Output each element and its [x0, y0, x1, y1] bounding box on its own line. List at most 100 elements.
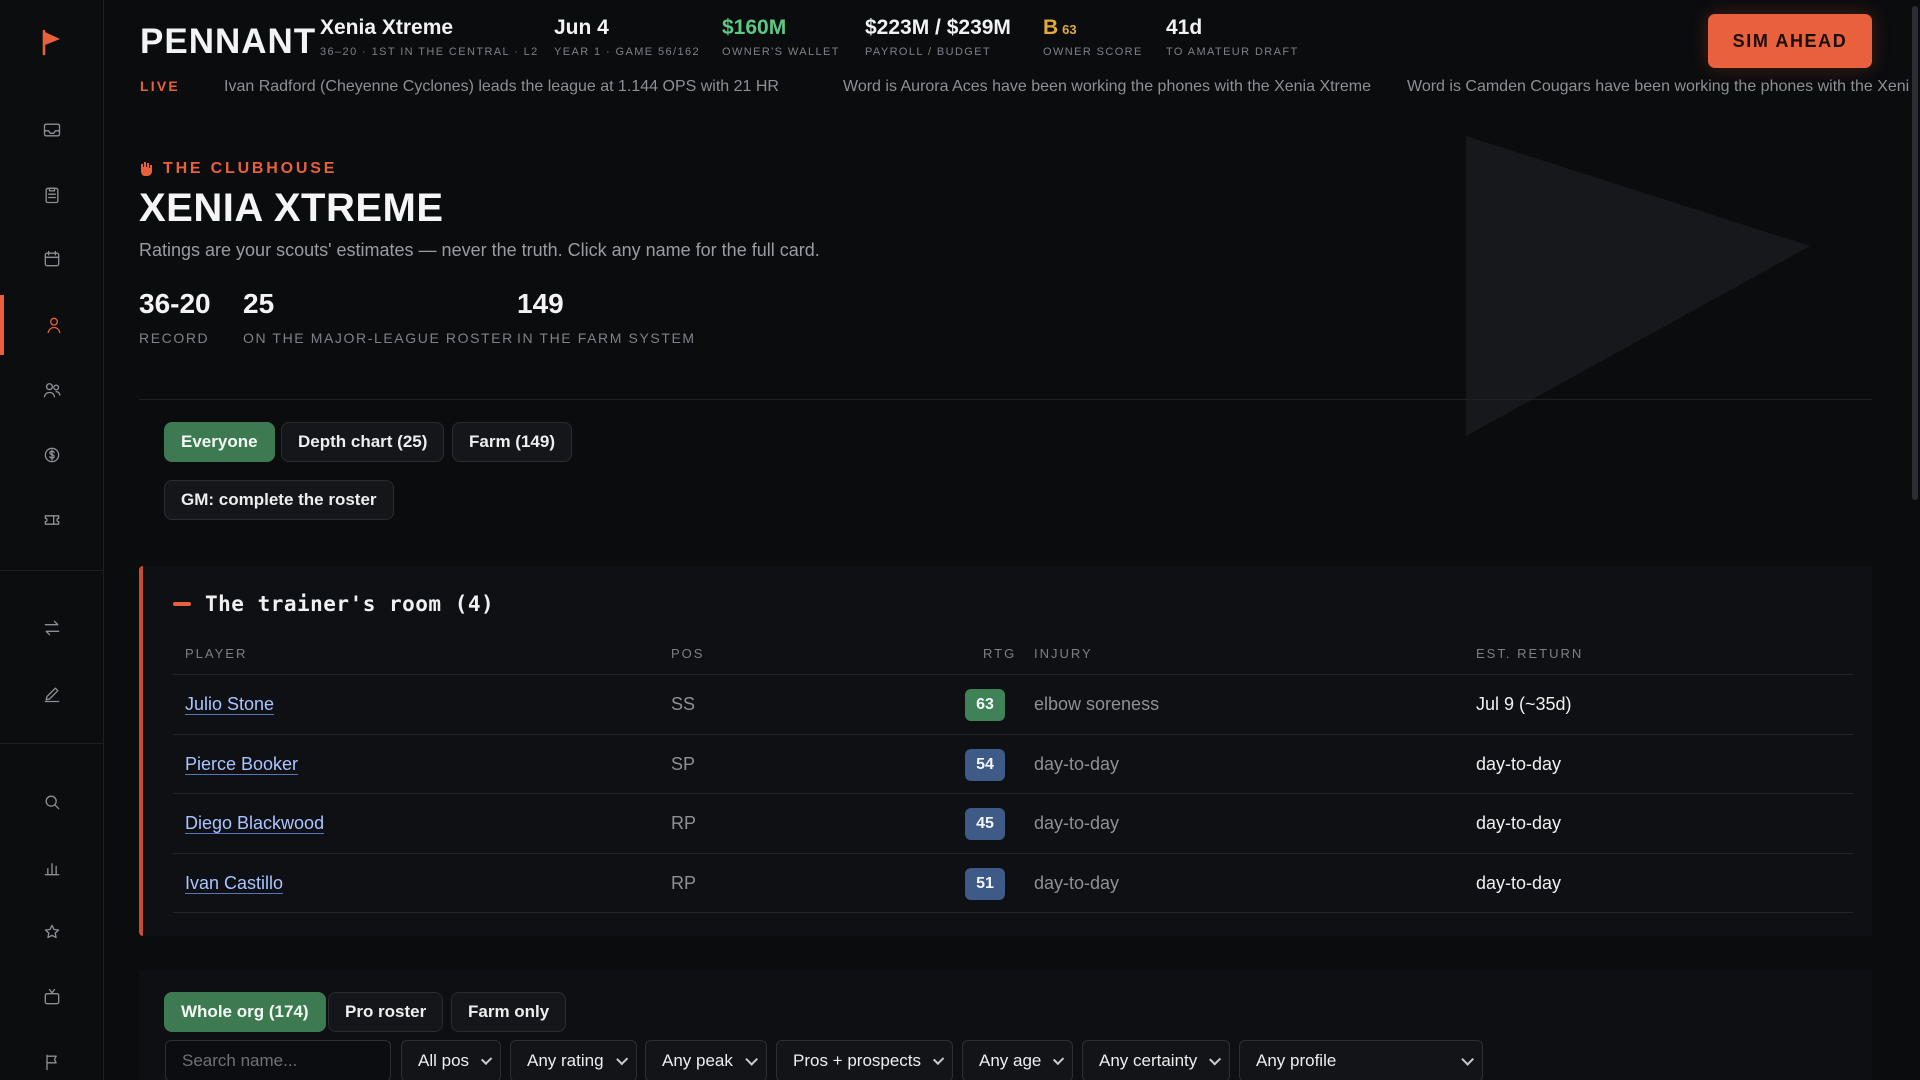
live-indicator: LIVE — [140, 78, 180, 94]
select-certainty[interactable]: Any certainty — [1082, 1040, 1230, 1080]
kpi-record: 36-20 Record — [139, 288, 211, 346]
player-pos: SP — [671, 754, 696, 774]
dollar-icon[interactable] — [0, 425, 104, 485]
pencil-icon[interactable] — [0, 664, 104, 724]
team-stat: Xenia Xtreme 36–20 · 1st in the Central … — [320, 16, 539, 58]
select-value: All pos — [418, 1051, 470, 1070]
kpi-value: 149 — [517, 288, 564, 319]
chevron-down-icon — [1461, 1052, 1474, 1066]
table-row: Diego Blackwood RP 45 day-to-day day-to-… — [173, 793, 1853, 853]
owner-score-number: 63 — [1062, 22, 1077, 37]
date-stat: Jun 4 Year 1 · Game 56/162 — [554, 16, 700, 58]
trainers-room-panel: The trainer's room (4) Player Pos Rtg In… — [139, 566, 1872, 936]
chevron-down-icon — [1209, 1052, 1222, 1065]
team-name: Xenia Xtreme — [320, 16, 454, 39]
news-ticker: LIVE Ivan Radford (Cheyenne Cyclones) le… — [140, 76, 1920, 98]
star-icon[interactable] — [0, 902, 104, 962]
payroll-stat: $223M / $239M Payroll / Budget — [865, 16, 1011, 58]
panel-title-text: The trainer's room (4) — [205, 592, 495, 616]
eyebrow-text: THE CLUBHOUSE — [163, 160, 338, 177]
page-scrollbar[interactable] — [1910, 0, 1920, 1080]
player-link[interactable]: Diego Blackwood — [185, 794, 324, 853]
select-age[interactable]: Any age — [962, 1040, 1073, 1080]
chevron-down-icon — [615, 1052, 629, 1066]
collapse-dash-icon[interactable] — [173, 602, 191, 606]
scrollbar-thumb[interactable] — [1912, 6, 1918, 500]
table-row: Ivan Castillo RP 51 day-to-day day-to-da… — [173, 853, 1853, 913]
brand-title: PENNANT — [140, 22, 317, 61]
top-bar: PENNANT Xenia Xtreme 36–20 · 1st in the … — [105, 0, 1920, 108]
panel-title: The trainer's room (4) — [173, 592, 494, 616]
select-value: Any age — [979, 1051, 1042, 1070]
select-value: Any rating — [527, 1051, 604, 1070]
search-icon[interactable] — [0, 772, 104, 832]
chip-pro-roster[interactable]: Pro roster — [328, 992, 444, 1032]
chip-depth-chart[interactable]: Depth chart (25) — [281, 422, 445, 462]
rating-badge: 54 — [965, 748, 1005, 781]
chip-whole-org[interactable]: Whole org (174) — [164, 992, 326, 1032]
ticker-message: Word is Camden Cougars have been working… — [1407, 78, 1920, 95]
injury-text: elbow soreness — [1034, 694, 1160, 714]
kpi-farm: 149 In the farm system — [517, 288, 696, 346]
sidebar — [0, 0, 104, 1080]
clipboard-icon[interactable] — [0, 165, 104, 225]
player-link[interactable]: Ivan Castillo — [185, 854, 283, 913]
return-text: day-to-day — [1476, 873, 1562, 893]
wallet-value: $160M — [722, 16, 787, 39]
sidebar-divider — [0, 743, 104, 744]
player-link[interactable]: Pierce Booker — [185, 735, 298, 794]
sim-ahead-button[interactable]: SIM AHEAD — [1708, 14, 1872, 68]
select-player-type[interactable]: Pros + prospects — [776, 1040, 953, 1080]
person-icon[interactable] — [0, 295, 104, 355]
ticker-message: Word is Aurora Aces have been working th… — [843, 78, 1372, 95]
bar-chart-icon[interactable] — [0, 838, 104, 898]
injury-text: day-to-day — [1034, 873, 1120, 893]
inbox-icon[interactable] — [0, 100, 104, 160]
chip-everyone[interactable]: Everyone — [164, 422, 275, 462]
chip-farm-only[interactable]: Farm only — [451, 992, 567, 1032]
col-header-pos: Pos — [671, 646, 705, 661]
select-rating[interactable]: Any rating — [510, 1040, 637, 1080]
gm-complete-roster-button[interactable]: GM: complete the roster — [164, 480, 394, 520]
divider — [139, 399, 1872, 400]
current-date: Jun 4 — [554, 16, 609, 39]
payroll-value: $223M / $239M — [865, 16, 1011, 39]
fist-icon — [141, 162, 152, 176]
player-pos: RP — [671, 813, 697, 833]
table-row: Pierce Booker SP 54 day-to-day day-to-da… — [173, 734, 1853, 794]
wallet-stat: $160M Owner's wallet — [722, 16, 840, 58]
chevron-down-icon — [745, 1052, 758, 1066]
draft-countdown: 41d — [1166, 16, 1203, 39]
select-profile[interactable]: Any profile — [1239, 1040, 1483, 1080]
page-title: XENIA XTREME — [139, 186, 444, 230]
select-value: Any certainty — [1099, 1051, 1198, 1070]
player-pos: SS — [671, 694, 696, 714]
select-value: Any profile — [1256, 1051, 1337, 1070]
calendar-icon[interactable] — [0, 229, 104, 289]
owner-score-label: Owner score — [1043, 46, 1143, 58]
player-link[interactable]: Julio Stone — [185, 675, 274, 734]
chevron-down-icon — [932, 1053, 945, 1065]
pennant-logo-icon[interactable] — [0, 22, 104, 62]
chip-farm[interactable]: Farm (149) — [452, 422, 572, 462]
sidebar-divider — [0, 570, 104, 571]
return-text: Jul 9 (~35d) — [1476, 694, 1572, 714]
flag-outline-icon[interactable] — [0, 1032, 104, 1080]
search-input[interactable] — [165, 1040, 391, 1080]
swap-icon[interactable] — [0, 598, 104, 658]
season-progress: Year 1 · Game 56/162 — [554, 46, 700, 58]
ticket-icon[interactable] — [0, 490, 104, 550]
tv-icon[interactable] — [0, 967, 104, 1027]
kpi-value: 25 — [243, 288, 275, 319]
rating-badge: 63 — [965, 688, 1005, 721]
return-text: day-to-day — [1476, 813, 1562, 833]
select-value: Any peak — [662, 1051, 733, 1070]
kpi-label: In the farm system — [517, 330, 696, 346]
wallet-label: Owner's wallet — [722, 46, 840, 58]
injury-text: day-to-day — [1034, 813, 1120, 833]
people-icon[interactable] — [0, 360, 104, 420]
section-eyebrow: THE CLUBHOUSE — [139, 160, 337, 178]
select-position[interactable]: All pos — [401, 1040, 501, 1080]
select-peak[interactable]: Any peak — [645, 1040, 767, 1080]
draft-stat: 41d To amateur draft — [1166, 16, 1299, 58]
